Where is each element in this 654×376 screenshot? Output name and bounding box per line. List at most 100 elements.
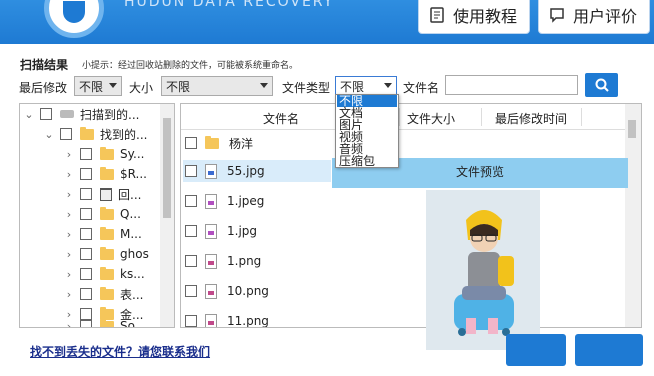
file-row[interactable]: 1.png <box>183 250 261 272</box>
file-name: 10.png <box>227 284 269 298</box>
image-file-icon <box>205 223 217 239</box>
checkbox[interactable] <box>185 255 197 267</box>
image-file-icon <box>205 253 217 269</box>
file-row[interactable]: 杨洋 <box>183 132 253 154</box>
image-file-icon <box>205 163 217 179</box>
image-file-icon <box>205 193 217 209</box>
tree-item[interactable]: ⌄ 找到的... <box>44 124 147 144</box>
chevron-right-icon[interactable]: › <box>64 268 74 281</box>
chevron-down-icon[interactable]: ⌄ <box>44 128 54 141</box>
action-button-right[interactable] <box>575 334 643 366</box>
file-row[interactable]: 11.png <box>183 310 269 328</box>
scrollbar-thumb[interactable] <box>163 118 171 218</box>
tutorial-label: 使用教程 <box>453 7 518 26</box>
search-button[interactable] <box>585 73 618 97</box>
tree-item[interactable]: › M... <box>64 224 142 244</box>
file-name: 1.jpg <box>227 224 258 238</box>
size-filter-select[interactable]: 不限 <box>161 76 273 96</box>
folder-icon <box>100 318 114 327</box>
checkbox[interactable] <box>185 165 197 177</box>
chevron-right-icon[interactable]: › <box>64 168 74 181</box>
chevron-down-icon <box>109 83 117 88</box>
checkbox[interactable] <box>185 137 197 149</box>
type-filter-label: 文件类型 <box>282 81 331 95</box>
recycle-bin-icon <box>100 187 112 201</box>
book-icon <box>430 7 444 23</box>
file-name: 11.png <box>227 314 269 328</box>
file-list-header: 文件名 文件大小 最后修改时间 <box>181 104 641 130</box>
file-name: 1.png <box>227 254 262 268</box>
chat-icon <box>550 8 564 23</box>
column-name[interactable]: 文件名 <box>263 110 299 127</box>
folder-icon <box>100 206 114 220</box>
checkbox[interactable] <box>40 108 52 120</box>
type-filter-select[interactable]: 不限 <box>335 76 397 96</box>
type-option-archive[interactable]: 压缩包 <box>337 155 397 167</box>
column-size[interactable]: 文件大小 <box>407 110 455 127</box>
checkbox[interactable] <box>80 268 92 280</box>
tree-scrollbar[interactable] <box>160 104 174 327</box>
chevron-right-icon[interactable]: › <box>64 208 74 221</box>
checkbox[interactable] <box>80 188 92 200</box>
folder-icon <box>100 166 114 180</box>
folder-tree[interactable]: ⌄ 扫描到的... ⌄ 找到的... › Sy... › $R... › 回... › Q.… <box>19 103 175 328</box>
file-list-scrollbar[interactable] <box>625 104 641 327</box>
chevron-right-icon[interactable]: › <box>64 248 74 261</box>
chevron-down-icon[interactable]: ⌄ <box>24 108 34 121</box>
contact-us-link[interactable]: 找不到丢失的文件？请您联系我们 <box>30 343 210 360</box>
folder-icon <box>205 135 219 149</box>
modified-filter-select[interactable]: 不限 <box>74 76 122 96</box>
tree-item-label: 找到的... <box>100 127 148 142</box>
chevron-right-icon[interactable]: › <box>64 188 74 201</box>
tree-item[interactable]: › Q... <box>64 204 141 224</box>
image-file-icon <box>205 283 217 299</box>
checkbox[interactable] <box>60 128 72 140</box>
checkbox[interactable] <box>80 168 92 180</box>
action-button-left[interactable] <box>506 334 566 366</box>
checkbox[interactable] <box>80 148 92 160</box>
file-name: 55.jpg <box>227 164 265 178</box>
tree-item-label: $R... <box>120 167 147 181</box>
column-modified[interactable]: 最后修改时间 <box>495 110 567 127</box>
image-file-icon <box>205 313 217 327</box>
file-row-selected[interactable]: 55.jpg <box>183 160 331 182</box>
user-review-button[interactable]: 用户评价 <box>538 0 650 34</box>
chevron-right-icon[interactable]: › <box>64 320 74 328</box>
modified-filter-value: 不限 <box>79 80 104 94</box>
checkbox[interactable] <box>185 315 197 327</box>
scan-result-title: 扫描结果 <box>20 58 69 72</box>
file-list[interactable]: 文件名 文件大小 最后修改时间 杨洋 55.jpg 1.jpeg 1.jpg 1… <box>180 103 642 328</box>
checkbox[interactable] <box>185 285 197 297</box>
file-row[interactable]: 1.jpg <box>183 220 257 242</box>
checkbox[interactable] <box>80 320 92 327</box>
tree-item-label: M... <box>120 227 142 241</box>
chevron-right-icon[interactable]: › <box>64 228 74 241</box>
tree-item[interactable]: › Sy... <box>64 144 144 164</box>
tree-item[interactable]: ⌄ 扫描到的... <box>24 104 139 124</box>
tree-item[interactable]: › $R... <box>64 164 147 184</box>
file-row[interactable]: 1.jpeg <box>183 190 264 212</box>
user-review-label: 用户评价 <box>573 7 638 26</box>
filename-input[interactable] <box>445 75 578 95</box>
file-type-dropdown[interactable]: 不限 文档 图片 视频 音频 压缩包 <box>335 94 399 168</box>
scrollbar-thumb[interactable] <box>628 120 636 138</box>
tree-item[interactable]: › ks... <box>64 264 145 284</box>
chevron-right-icon[interactable]: › <box>64 148 74 161</box>
tree-item[interactable]: › 回... <box>64 184 141 204</box>
checkbox[interactable] <box>80 208 92 220</box>
checkbox[interactable] <box>80 248 92 260</box>
chevron-right-icon[interactable]: › <box>64 288 74 301</box>
tree-item[interactable]: › ghos <box>64 244 149 264</box>
tree-item[interactable]: › 表... <box>64 284 143 304</box>
file-row[interactable]: 10.png <box>183 280 269 302</box>
checkbox[interactable] <box>185 225 197 237</box>
tree-item[interactable]: › So... <box>64 316 147 328</box>
checkbox[interactable] <box>80 288 92 300</box>
tutorial-button[interactable]: 使用教程 <box>418 0 530 34</box>
checkbox[interactable] <box>80 228 92 240</box>
preview-image <box>426 190 540 350</box>
tree-item-label: 扫描到的... <box>80 107 140 122</box>
tree-item-label: So... <box>120 319 147 328</box>
checkbox[interactable] <box>185 195 197 207</box>
tree-item-label: Q... <box>120 207 141 221</box>
